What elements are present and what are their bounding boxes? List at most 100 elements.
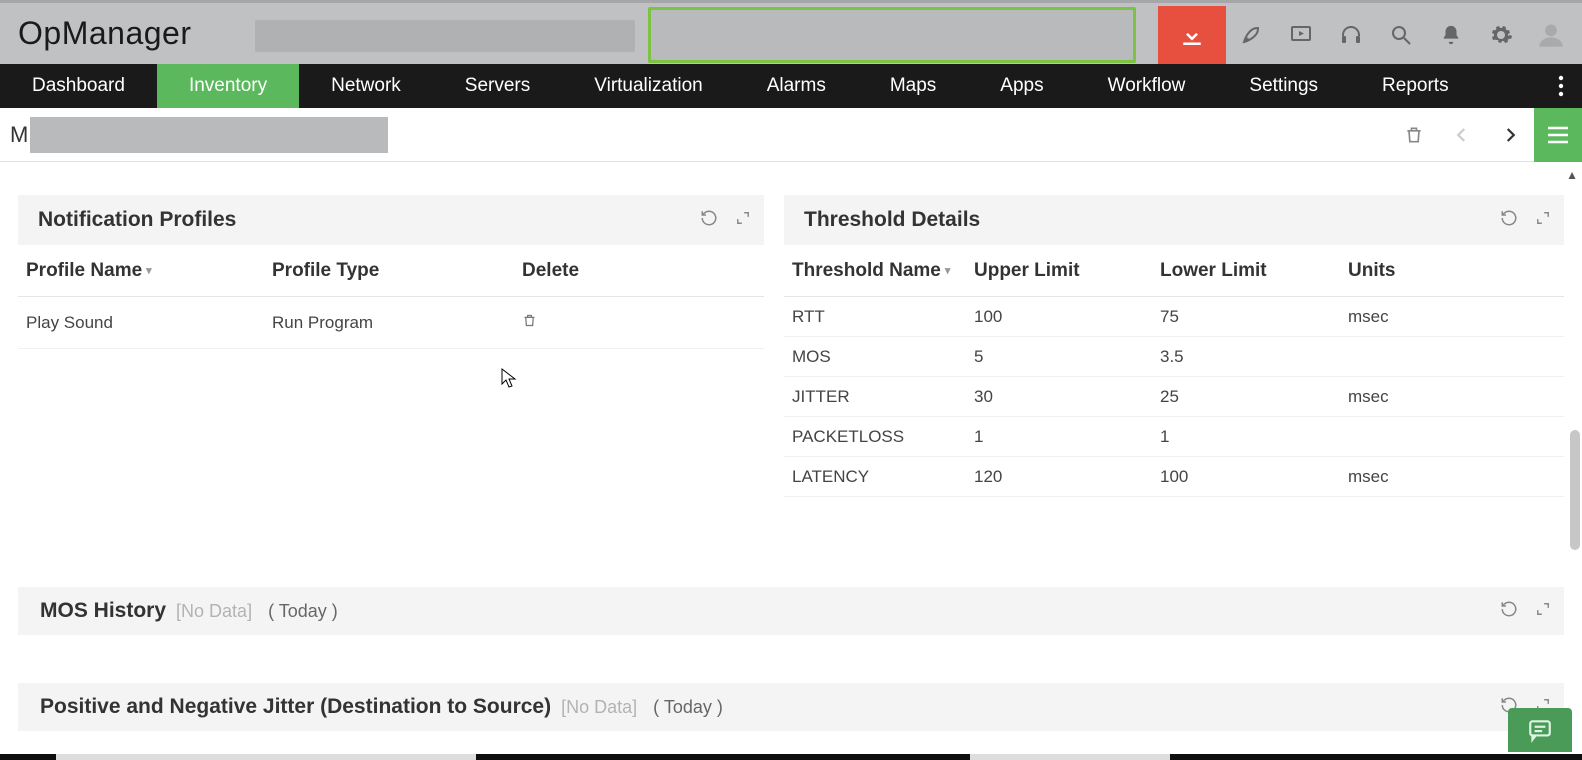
bottom-strip [0,754,1582,760]
download-button[interactable] [1158,6,1226,64]
chat-icon [1525,717,1555,743]
table-row[interactable]: Play Sound Run Program [18,297,764,349]
nav-settings[interactable]: Settings [1217,64,1350,108]
expand-icon [1536,602,1550,616]
cell-profile-type: Run Program [272,313,522,333]
top-placeholder-2 [648,7,1136,63]
chat-fab[interactable] [1508,708,1572,752]
cell-upper: 120 [974,467,1160,487]
bell-icon [1440,23,1462,47]
expand-icon [736,211,750,225]
expand-button[interactable] [1536,602,1550,621]
panel-title: Notification Profiles [38,208,236,232]
presentation-button[interactable] [1276,3,1326,67]
period-label: ( Today ) [653,697,723,718]
delete-device-button[interactable] [1390,108,1438,162]
chevron-right-icon [1501,122,1519,148]
panel-mos-history: MOS History [No Data] ( Today ) [18,587,1564,635]
col-profile-type[interactable]: Profile Type [272,260,522,282]
table-row[interactable]: LATENCY 120 100 msec [784,457,1564,497]
table-row[interactable]: MOS 5 3.5 [784,337,1564,377]
panel-threshold-details: Threshold Details Threshold Name ▾ Upper … [784,195,1564,497]
col-threshold-name[interactable]: Threshold Name ▾ [784,260,974,282]
refresh-icon [1500,209,1518,227]
panel-actions [700,195,750,245]
refresh-button[interactable] [1500,600,1518,623]
col-profile-name[interactable]: Profile Name▾ [18,260,272,282]
nav-workflow[interactable]: Workflow [1076,64,1218,108]
topbar-right [1158,3,1576,67]
sub-header: M [0,108,1582,162]
next-device-button[interactable] [1486,108,1534,162]
sort-indicator-icon: ▾ [146,265,152,277]
period-label: ( Today ) [268,601,338,622]
refresh-button[interactable] [700,209,718,232]
table-row[interactable]: JITTER 30 25 msec [784,377,1564,417]
panel-header: MOS History [No Data] ( Today ) [18,587,1564,635]
nav-reports[interactable]: Reports [1350,64,1481,108]
table-row[interactable]: RTT 100 75 msec [784,297,1564,337]
threshold-details-table: Threshold Name▾ Upper Limit Lower Limit … [784,245,1564,497]
panel-actions [1500,587,1550,635]
notification-profiles-table: Profile Name▾ Profile Type Delete Play S… [18,245,764,349]
sort-indicator-icon: ▾ [945,265,951,277]
user-avatar[interactable] [1526,3,1576,67]
row-delete-button[interactable] [522,314,537,333]
cell-name: PACKETLOSS [784,427,974,447]
headset-button[interactable] [1326,3,1376,67]
col-lower-limit[interactable]: Lower Limit [1160,260,1348,282]
refresh-icon [1500,600,1518,618]
expand-button[interactable] [736,211,750,230]
presentation-icon [1288,23,1314,47]
panel-header: Positive and Negative Jitter (Destinatio… [18,683,1564,731]
table-row[interactable]: PACKETLOSS 1 1 [784,417,1564,457]
col-upper-limit[interactable]: Upper Limit [974,260,1160,282]
nav-virtualization[interactable]: Virtualization [562,64,734,108]
device-menu-button[interactable] [1534,108,1582,162]
chevron-left-icon [1453,122,1471,148]
sub-header-actions [1390,108,1582,162]
panel-title: Threshold Details [804,208,980,232]
refresh-button[interactable] [1500,209,1518,232]
bell-button[interactable] [1426,3,1476,67]
settings-button[interactable] [1476,3,1526,67]
panel-title: Positive and Negative Jitter (Destinatio… [40,695,551,719]
nav-network[interactable]: Network [299,64,433,108]
nav-dashboard[interactable]: Dashboard [0,64,157,108]
cell-lower: 25 [1160,387,1348,407]
nav-more-button[interactable] [1546,64,1576,108]
trash-icon [1404,124,1424,146]
more-vertical-icon [1558,75,1564,97]
col-units[interactable]: Units [1348,260,1564,282]
refresh-icon [700,209,718,227]
prev-device-button[interactable] [1438,108,1486,162]
col-label: Threshold Name [792,260,941,281]
content-area: Notification Profiles Profile Name▾ Prof… [0,165,1582,760]
download-icon [1177,20,1207,50]
cell-name: LATENCY [784,467,974,487]
breadcrumb-letter: M [10,122,28,148]
cell-lower: 3.5 [1160,347,1348,367]
panel-notification-profiles: Notification Profiles Profile Name▾ Prof… [18,195,764,497]
nav-alarms[interactable]: Alarms [735,64,858,108]
hamburger-icon [1546,126,1570,144]
gear-icon [1489,23,1513,47]
panel-title: MOS History [40,599,166,623]
table-header: Profile Name▾ Profile Type Delete [18,245,764,297]
cell-units: msec [1348,387,1564,407]
expand-button[interactable] [1536,211,1550,230]
brand-logo: OpManager [18,15,191,52]
nav-maps[interactable]: Maps [858,64,968,108]
rocket-button[interactable] [1226,3,1276,67]
cell-upper: 1 [974,427,1160,447]
main-nav: Dashboard Inventory Network Servers Virt… [0,64,1582,108]
cell-lower: 100 [1160,467,1348,487]
search-button[interactable] [1376,3,1426,67]
no-data-label: [No Data] [561,697,637,718]
nav-apps[interactable]: Apps [968,64,1075,108]
topbar: OpManager [0,0,1582,64]
nav-servers[interactable]: Servers [433,64,562,108]
avatar-icon [1537,21,1565,49]
panel-header: Threshold Details [784,195,1564,245]
nav-inventory[interactable]: Inventory [157,64,299,108]
